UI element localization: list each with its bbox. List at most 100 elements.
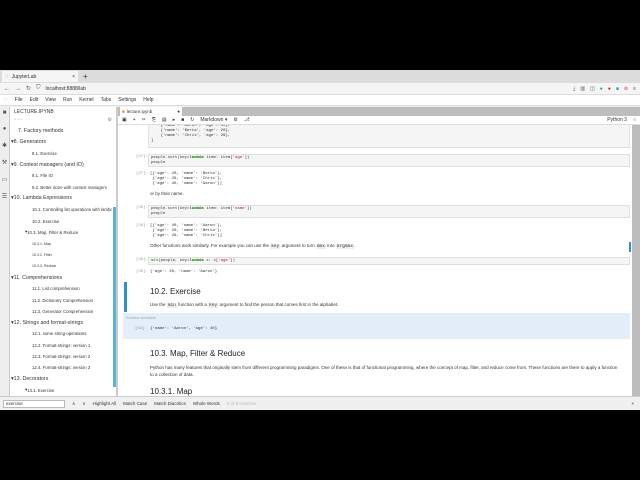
input-prompt: [39]: bbox=[135, 258, 148, 262]
folder-icon[interactable]: ■ bbox=[3, 110, 7, 116]
toc-item[interactable]: 11.2. Dictionary Comprehension bbox=[10, 294, 112, 305]
palette-icon[interactable]: ✱ bbox=[2, 142, 7, 149]
gear-icon[interactable]: ⚙ bbox=[233, 117, 237, 123]
paste-icon[interactable]: ▤ bbox=[162, 117, 167, 123]
toc-item[interactable]: 8.1. Exercise bbox=[10, 148, 112, 159]
toc-icon[interactable]: ☰ bbox=[2, 193, 7, 200]
block-icon[interactable]: ⊘ bbox=[624, 86, 628, 92]
code-string: 'age' bbox=[218, 259, 231, 263]
shield-icon[interactable]: ⛉ bbox=[36, 85, 41, 92]
download-icon[interactable]: ⤓ bbox=[573, 86, 575, 92]
find-input[interactable]: exercise bbox=[3, 399, 65, 408]
new-tab-button[interactable]: + bbox=[83, 72, 88, 81]
toc-item[interactable]: 9.2. Better done with context managers bbox=[10, 181, 112, 192]
tabs-icon[interactable]: ▭ bbox=[2, 176, 8, 183]
kernel-name[interactable]: Python 3 bbox=[607, 117, 627, 123]
toc-item[interactable]: ▾ 13.1. Exercise bbox=[10, 385, 112, 396]
toc-item[interactable]: ▾ 9. Context managers (and IO) bbox=[10, 159, 112, 170]
toc-item[interactable]: 9.1. File IO bbox=[10, 170, 112, 181]
notebook-tab[interactable]: ■ lecture.ipynb ● bbox=[120, 107, 182, 116]
toc-item[interactable]: 11.1. List comprehension bbox=[10, 283, 112, 294]
wrench-icon[interactable]: ⚒ bbox=[2, 159, 7, 166]
toc-item[interactable]: 12.2. Format-strings: version 1 bbox=[10, 340, 112, 351]
restart-icon[interactable]: ↻ bbox=[190, 117, 194, 123]
close-tab-icon[interactable]: × bbox=[72, 74, 75, 80]
toc-item[interactable]: 12.4. Format-strings: version 3 bbox=[10, 362, 112, 373]
match-diacritics-checkbox[interactable]: Match Diacritics bbox=[154, 401, 186, 406]
extension-icon[interactable]: ● bbox=[608, 86, 611, 92]
toc-item-label: 10.2. Exercise bbox=[32, 218, 60, 224]
code-text: x: x[ bbox=[203, 259, 219, 263]
toc-item[interactable]: 10.3.1. Map bbox=[10, 238, 112, 249]
toc-item[interactable]: ▾ 13. Decorators bbox=[10, 374, 112, 385]
menu-edit[interactable]: Edit bbox=[30, 97, 39, 103]
git-icon[interactable]: ⎇ bbox=[244, 117, 250, 123]
code-cell[interactable]: people.sort(key=lambda item: item['age']… bbox=[148, 154, 630, 167]
add-cell-icon[interactable]: + bbox=[133, 117, 136, 123]
notebook-cells[interactable]: {'name': 'Aaron', 'age': 40}, {'name': '… bbox=[118, 125, 632, 397]
browser-tab[interactable]: ◌ JupyterLab × bbox=[2, 71, 78, 82]
toc-list: 7. Factory methods ▾ 8. Generators 8.1. Ex… bbox=[10, 125, 112, 396]
find-previous-icon[interactable]: ∧ bbox=[72, 401, 75, 407]
menu-kernel[interactable]: Kernel bbox=[79, 97, 93, 103]
toc-item[interactable]: 12.1. some string-operations bbox=[10, 328, 112, 339]
markdown-text: Use the min function with a key argument… bbox=[150, 302, 628, 308]
cell-output: {'name': 'Aaron', 'age': 40} bbox=[150, 327, 218, 331]
toc-item[interactable]: 10.3.3. Reduce bbox=[10, 261, 112, 272]
stop-icon[interactable]: ■ bbox=[181, 117, 184, 123]
toc-item[interactable]: 10.1. Controlling list operations with l… bbox=[10, 204, 112, 215]
toc-tools-icon[interactable]: ▫ ▫ ▫ bbox=[14, 117, 22, 125]
toc-item-label: 11.2. Dictionary Comprehension bbox=[32, 297, 94, 303]
running-icon[interactable]: ● bbox=[3, 126, 7, 132]
menu-settings[interactable]: Settings bbox=[118, 97, 136, 103]
url-input[interactable]: localhost:8888/lab bbox=[46, 86, 86, 92]
sidebar-icon[interactable]: ◫ bbox=[590, 86, 595, 92]
markdown-text: or by their name. bbox=[150, 191, 184, 196]
menu-icon[interactable]: ≡ bbox=[633, 86, 636, 92]
save-icon[interactable]: ▣ bbox=[122, 117, 127, 123]
extension-icon[interactable]: ■ bbox=[616, 86, 619, 92]
toc-item[interactable]: ▾ 12. Strings and format-strings bbox=[10, 317, 112, 328]
cell-type-select[interactable]: Markdown ▾ bbox=[200, 117, 227, 123]
toc-item[interactable]: ▾ 11. Comprehensions bbox=[10, 272, 112, 283]
menu-file[interactable]: File bbox=[15, 97, 23, 103]
toc-menu-icon[interactable]: ⚙ bbox=[108, 117, 112, 125]
highlight-all-checkbox[interactable]: Highlight All bbox=[93, 401, 117, 406]
code-text: people.sort(key= bbox=[151, 207, 190, 211]
cut-icon[interactable]: ✂ bbox=[142, 117, 146, 123]
forward-icon[interactable]: → bbox=[15, 86, 21, 92]
toc-item[interactable]: ▾ 10. Lambda Expressions bbox=[10, 193, 112, 204]
close-find-icon[interactable]: × bbox=[631, 401, 634, 406]
code-cell[interactable]: min(people, key=lambda x: x['age']) bbox=[148, 257, 630, 265]
toc-item[interactable]: 10.3.2. Filter bbox=[10, 249, 112, 260]
library-icon[interactable]: ▥ bbox=[580, 86, 585, 92]
menu-tabs[interactable]: Tabs bbox=[101, 97, 112, 103]
panel-scrollbar[interactable] bbox=[113, 207, 116, 387]
run-icon[interactable]: ▸ bbox=[173, 117, 176, 123]
match-case-checkbox[interactable]: Match Case bbox=[123, 401, 147, 406]
toc-item[interactable]: 7. Factory methods bbox=[10, 125, 112, 136]
toc-item[interactable]: 12.3. Format-strings: version 2 bbox=[10, 351, 112, 362]
toc-item[interactable]: 10.2. Exercise bbox=[10, 215, 112, 226]
menu-run[interactable]: Run bbox=[63, 97, 72, 103]
close-dot-icon[interactable]: ● bbox=[177, 109, 180, 114]
notebook-scrollbar[interactable] bbox=[629, 242, 631, 252]
toc-item-label: 9.2. Better done with context managers bbox=[32, 184, 107, 190]
solution-cell[interactable]: Solution available [64]: {'name': 'Aaron… bbox=[123, 313, 630, 339]
inline-code: key bbox=[270, 244, 281, 249]
toc-item[interactable]: 11.3. Generator Comprehension bbox=[10, 306, 112, 317]
markdown-text: Python has many features that originally… bbox=[150, 365, 618, 377]
code-cell[interactable]: people.sort(key=lambda item: item['name'… bbox=[148, 205, 630, 218]
whole-words-checkbox[interactable]: Whole Words bbox=[193, 401, 220, 406]
back-icon[interactable]: ← bbox=[4, 86, 10, 92]
toc-item[interactable]: ▾ 10.3. Map, Filter & Reduce bbox=[10, 227, 112, 238]
toc-item[interactable]: ▾ 8. Generators bbox=[10, 136, 112, 147]
find-next-icon[interactable]: ∨ bbox=[82, 401, 85, 407]
extension-icon[interactable]: ● bbox=[600, 86, 603, 92]
menu-help[interactable]: Help bbox=[143, 97, 153, 103]
copy-icon[interactable]: ⎘ bbox=[152, 117, 156, 123]
code-cell[interactable]: {'name': 'Aaron', 'age': 40}, {'name': '… bbox=[148, 125, 630, 148]
reload-icon[interactable]: ↻ bbox=[26, 85, 31, 92]
heading-map: 10.3.1. Map bbox=[150, 387, 193, 396]
menu-view[interactable]: View bbox=[45, 97, 56, 103]
